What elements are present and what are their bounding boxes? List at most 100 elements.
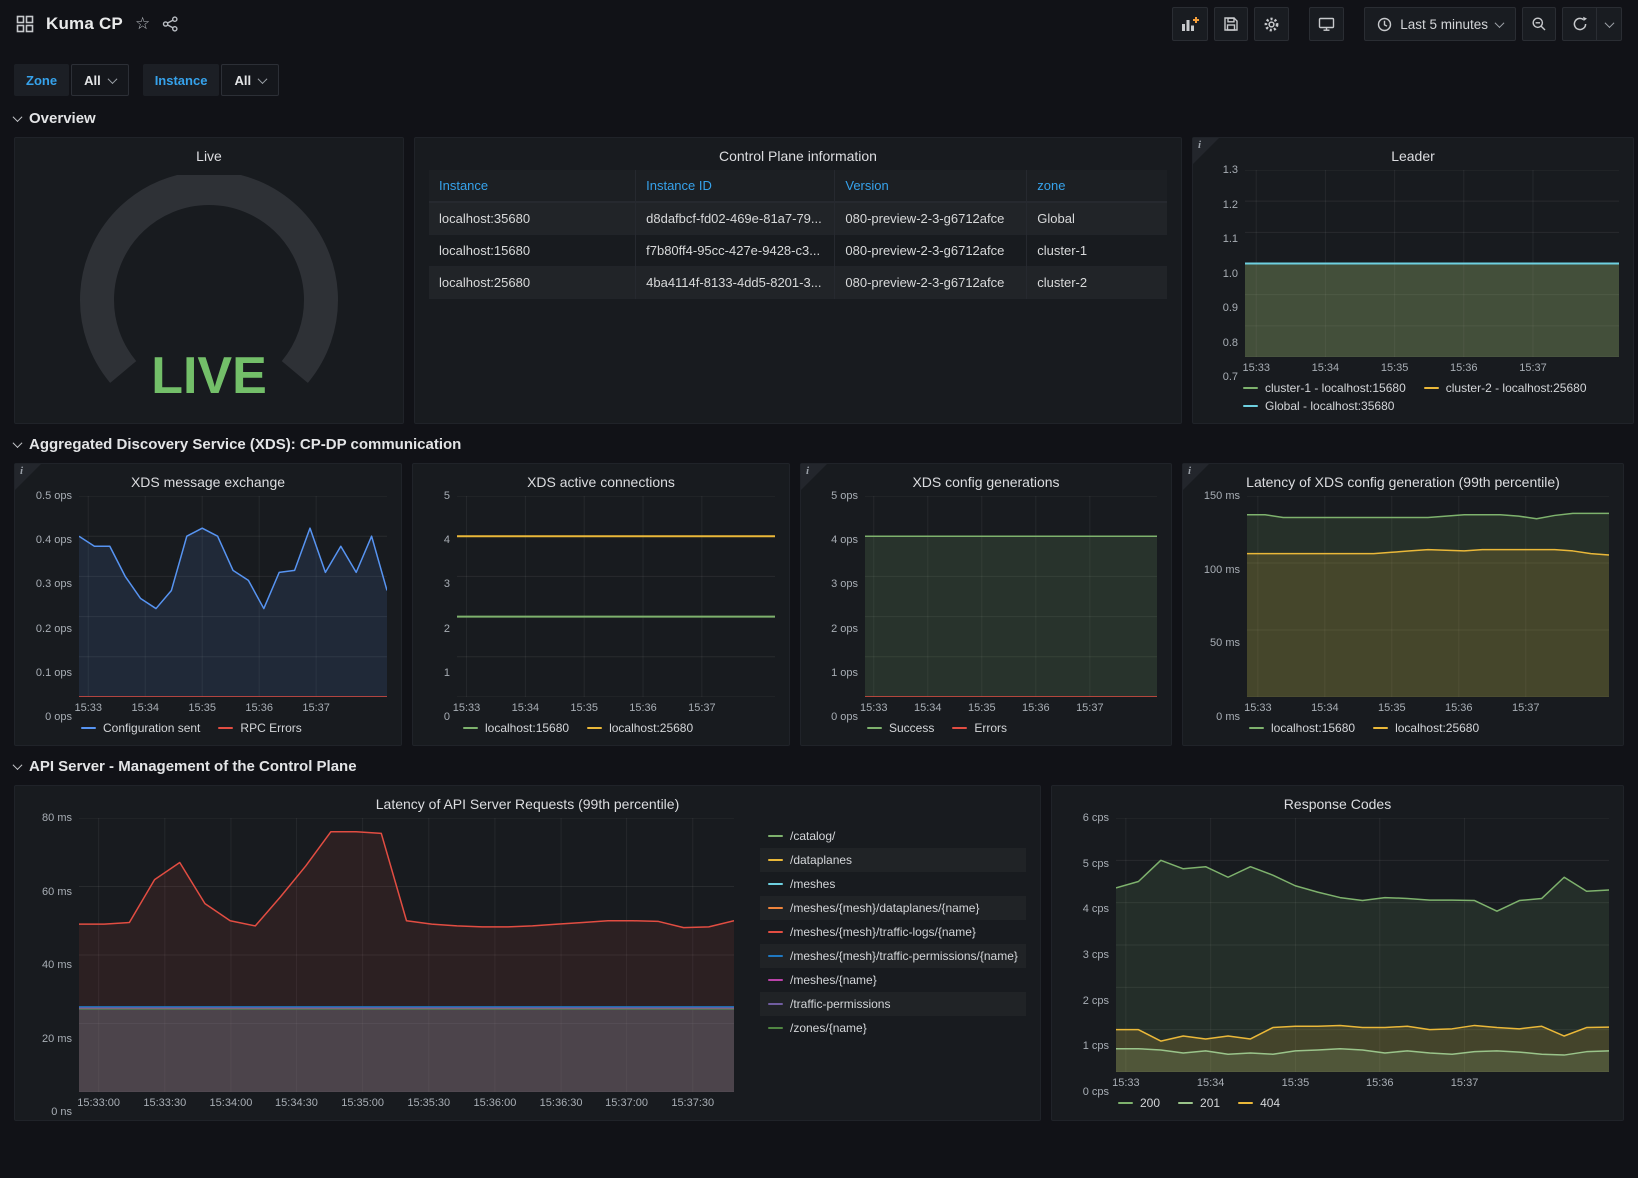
y-tick: 4 cps	[1083, 903, 1109, 915]
legend-swatch	[463, 727, 478, 730]
panel-xds-active-connections: XDS active connections 012345 15:3315:34…	[412, 463, 790, 746]
legend-item[interactable]: /meshes/{name}	[760, 968, 1026, 992]
y-tick: 5 cps	[1083, 858, 1109, 870]
dashboard-title[interactable]: Kuma CP	[46, 14, 123, 34]
chart-legend: localhost:15680 localhost:25680	[427, 717, 775, 737]
legend-swatch	[1238, 1102, 1253, 1105]
x-tick: 15:36	[1366, 1077, 1394, 1089]
x-tick: 15:35	[188, 702, 216, 714]
legend-item[interactable]: /meshes/{mesh}/dataplanes/{name}	[760, 896, 1026, 920]
dashboard-settings-button[interactable]	[1254, 7, 1289, 41]
plot-area[interactable]	[79, 818, 734, 1092]
legend-item[interactable]: /zones/{name}	[760, 1016, 1026, 1040]
y-tick: 0.7	[1223, 371, 1238, 383]
legend-item[interactable]: /dataplanes	[760, 848, 1026, 872]
legend-item[interactable]: 200	[1118, 1096, 1160, 1110]
legend-item[interactable]: 201	[1178, 1096, 1220, 1110]
legend-item[interactable]: cluster-1 - localhost:15680	[1243, 381, 1406, 395]
y-tick: 3 cps	[1083, 949, 1109, 961]
panel-title[interactable]: XDS config generations	[815, 470, 1157, 496]
legend-item[interactable]: localhost:25680	[1373, 721, 1479, 735]
zone-variable-select[interactable]: All	[71, 64, 129, 96]
section-xds[interactable]: Aggregated Discovery Service (XDS): CP-D…	[14, 436, 1624, 453]
time-range-picker[interactable]: Last 5 minutes	[1364, 7, 1516, 41]
panel-title[interactable]: XDS active connections	[427, 470, 775, 496]
y-axis: 0.70.80.91.01.11.21.3	[1207, 170, 1245, 377]
panel-title[interactable]: Latency of XDS config generation (99th p…	[1197, 470, 1609, 496]
legend-item[interactable]: Global - localhost:35680	[1243, 399, 1394, 413]
legend-item[interactable]: localhost:15680	[463, 721, 569, 735]
legend-swatch	[81, 727, 96, 730]
plot-area[interactable]	[1245, 170, 1619, 357]
panel-title[interactable]: Live	[29, 144, 389, 170]
refresh-button[interactable]	[1562, 7, 1596, 41]
y-tick: 0.5 ops	[36, 490, 72, 502]
x-tick: 15:33:30	[143, 1097, 186, 1109]
y-tick: 0.1 ops	[36, 667, 72, 679]
info-icon[interactable]: i	[801, 464, 827, 490]
table-cell: localhost:25680	[429, 267, 636, 299]
legend-swatch	[768, 907, 783, 910]
column-header[interactable]: Version	[835, 170, 1027, 202]
y-tick: 1.1	[1223, 233, 1238, 245]
refresh-interval-dropdown[interactable]	[1596, 7, 1622, 41]
plot-area[interactable]	[1116, 818, 1609, 1072]
add-panel-button[interactable]	[1172, 7, 1208, 41]
share-icon[interactable]	[162, 16, 179, 32]
panel-title[interactable]: Response Codes	[1066, 792, 1609, 818]
legend-item[interactable]: Success	[867, 721, 934, 735]
dashboard-grid-icon[interactable]	[16, 15, 34, 33]
y-tick: 2 ops	[831, 623, 858, 635]
y-tick: 0.8	[1223, 337, 1238, 349]
star-icon[interactable]: ☆	[135, 14, 150, 34]
x-tick: 15:35:30	[407, 1097, 450, 1109]
cycle-view-button[interactable]	[1309, 7, 1344, 41]
info-icon[interactable]: i	[1193, 138, 1219, 164]
section-api-server[interactable]: API Server - Management of the Control P…	[14, 758, 1624, 775]
y-tick: 5	[444, 490, 450, 502]
chevron-down-icon	[13, 760, 23, 770]
legend-item[interactable]: /meshes/{mesh}/traffic-permissions/{name…	[760, 944, 1026, 968]
legend-item[interactable]: Configuration sent	[81, 721, 200, 735]
y-tick: 0.3 ops	[36, 578, 72, 590]
legend-item[interactable]: /meshes	[760, 872, 1026, 896]
legend-item[interactable]: cluster-2 - localhost:25680	[1424, 381, 1587, 395]
legend-item[interactable]: Errors	[952, 721, 1007, 735]
zoom-out-button[interactable]	[1522, 7, 1556, 41]
plot-area[interactable]	[865, 496, 1157, 697]
legend-item[interactable]: /meshes/{mesh}/traffic-logs/{name}	[760, 920, 1026, 944]
panel-leader: i Leader 0.70.80.91.01.11.21.3 15:3315:3…	[1192, 137, 1634, 424]
panel-title[interactable]: Leader	[1207, 144, 1619, 170]
section-api-server-label: API Server - Management of the Control P…	[29, 758, 357, 775]
plot-area[interactable]	[457, 496, 775, 697]
y-axis: 0 cps1 cps2 cps3 cps4 cps5 cps6 cps	[1066, 818, 1116, 1092]
legend-label: localhost:15680	[485, 721, 569, 735]
info-icon[interactable]: i	[15, 464, 41, 490]
column-header[interactable]: zone	[1027, 170, 1167, 202]
section-xds-label: Aggregated Discovery Service (XDS): CP-D…	[29, 436, 461, 453]
legend-label: /meshes/{name}	[790, 973, 877, 987]
panel-title[interactable]: Latency of API Server Requests (99th per…	[29, 792, 1026, 818]
legend-item[interactable]: 404	[1238, 1096, 1280, 1110]
column-header[interactable]: Instance ID	[636, 170, 835, 202]
section-overview[interactable]: Overview	[14, 110, 1624, 127]
legend-item[interactable]: /traffic-permissions	[760, 992, 1026, 1016]
panel-title[interactable]: XDS message exchange	[29, 470, 387, 496]
column-header[interactable]: Instance	[429, 170, 636, 202]
response-codes-chart: 0 cps1 cps2 cps3 cps4 cps5 cps6 cps 15:3…	[1066, 818, 1609, 1092]
legend-item[interactable]: localhost:25680	[587, 721, 693, 735]
plot-area[interactable]	[1247, 496, 1609, 697]
legend-item[interactable]: RPC Errors	[218, 721, 301, 735]
table-cell: d8dafbcf-fd02-469e-81a7-79...	[636, 202, 835, 235]
y-tick: 2 cps	[1083, 995, 1109, 1007]
legend-item[interactable]: localhost:15680	[1249, 721, 1355, 735]
save-dashboard-button[interactable]	[1214, 7, 1248, 41]
instance-variable-select[interactable]: All	[221, 64, 279, 96]
plot-area[interactable]	[79, 496, 387, 697]
y-tick: 0.4 ops	[36, 534, 72, 546]
info-icon[interactable]: i	[1183, 464, 1209, 490]
panel-title[interactable]: Control Plane information	[429, 144, 1167, 170]
x-tick: 15:36:00	[474, 1097, 517, 1109]
chart-legend: /catalog//dataplanes/meshes/meshes/{mesh…	[734, 818, 1026, 1112]
legend-item[interactable]: /catalog/	[760, 824, 1026, 848]
